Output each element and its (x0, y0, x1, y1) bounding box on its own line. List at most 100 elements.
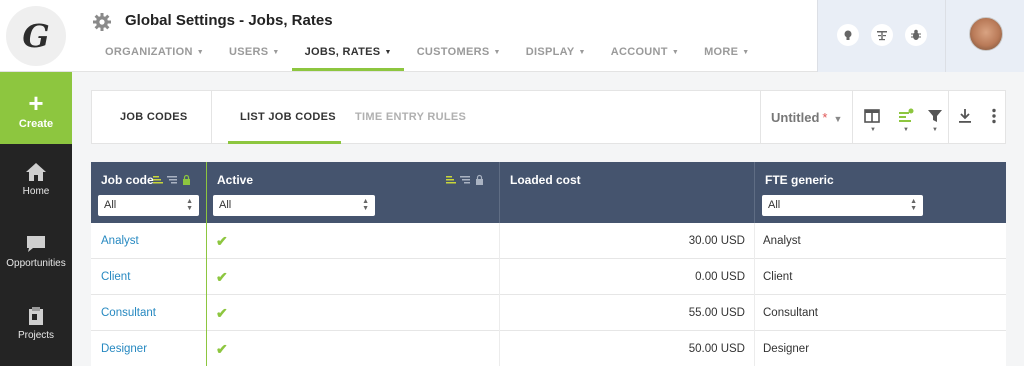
tab-customers[interactable]: CUSTOMERS ▼ (404, 40, 513, 70)
divider (948, 91, 949, 144)
loaded-cost-value: 30.00 USD (688, 235, 745, 247)
chevron-down-icon: ▼ (932, 127, 938, 133)
column-header-active[interactable]: Active All ▲ ▼ (207, 162, 499, 223)
active-check: ✔ (216, 305, 228, 321)
active-check: ✔ (216, 233, 228, 249)
job-code-link[interactable]: Designer (101, 331, 147, 366)
tab-label: JOBS, RATES (304, 46, 381, 58)
compare-button[interactable] (871, 24, 893, 46)
filter-value: All (219, 199, 232, 211)
nav-item-label: Projects (17, 330, 55, 341)
tab-more[interactable]: MORE ▼ (691, 40, 761, 70)
tab-account[interactable]: ACCOUNT ▼ (598, 40, 691, 70)
filter-value: All (104, 199, 117, 211)
fte-generic-value: Client (763, 271, 793, 283)
column-sort-lock-icons[interactable] (446, 174, 486, 186)
fte-generic-value: Consultant (763, 307, 818, 319)
divider (852, 91, 853, 144)
job-code-filter[interactable]: All ▲ ▼ (98, 195, 199, 216)
fte-generic-value: Analyst (763, 235, 801, 247)
table-row[interactable]: Client ✔ 0.00 USD Client (91, 259, 1006, 295)
table-row[interactable]: Analyst ✔ 30.00 USD Analyst (91, 223, 1006, 259)
nav-item-projects[interactable]: Projects (0, 288, 72, 360)
tab-label: DISPLAY (525, 46, 575, 58)
loaded-cost-value: 50.00 USD (688, 343, 745, 355)
lightbulb-icon (844, 30, 852, 40)
job-code-link[interactable]: Analyst (101, 223, 139, 259)
view-selector[interactable]: Untitled * ▼ (771, 91, 842, 144)
active-check: ✔ (216, 269, 228, 285)
fte-generic-filter[interactable]: All ▲ ▼ (762, 195, 923, 216)
logo-letter: G (22, 17, 50, 55)
loaded-cost-value: 0.00 USD (695, 271, 745, 283)
chevron-down-icon: ▼ (742, 49, 750, 56)
column-label: FTE generic (765, 173, 834, 187)
unsaved-marker: * (822, 110, 828, 125)
projects-icon (29, 307, 43, 325)
column-label: Loaded cost (510, 173, 581, 187)
cell-divider (754, 331, 755, 366)
create-button[interactable]: + Create (0, 72, 72, 144)
column-header-fte-generic[interactable]: FTE generic All ▲ ▼ (755, 162, 1006, 223)
home-icon (26, 163, 46, 181)
chevron-down-icon: ▼ (493, 49, 501, 56)
column-sort-lock-icons[interactable] (153, 174, 193, 186)
chevron-down-icon: ▼ (272, 49, 280, 56)
chevron-down-icon: ▼ (578, 49, 586, 56)
nav-item-home[interactable]: Home (0, 144, 72, 216)
nav-item-opportunities[interactable]: Opportunities (0, 216, 72, 288)
divider (760, 91, 761, 144)
tab-display[interactable]: DISPLAY ▼ (513, 40, 598, 70)
report-bug-button[interactable] (905, 24, 927, 46)
up-down-icon: ▲ ▼ (910, 198, 917, 212)
job-code-link[interactable]: Consultant (101, 295, 156, 331)
table-row[interactable]: Designer ✔ 50.00 USD Designer (91, 331, 1006, 366)
table-row[interactable]: Consultant ✔ 55.00 USD Consultant (91, 295, 1006, 331)
job-codes-table: Job code All ▲ ▼ Active All ▲ ▼ Loaded cost … (91, 162, 1006, 366)
gear-icon (93, 13, 111, 31)
create-label: Create (18, 118, 54, 130)
tab-label: MORE (704, 46, 739, 58)
filter-icon[interactable] (926, 107, 944, 125)
tab-job-codes[interactable]: JOB CODES (120, 91, 188, 144)
loaded-cost-value: 55.00 USD (688, 307, 745, 319)
header-actions (817, 0, 945, 72)
active-tab-indicator (228, 141, 341, 144)
column-header-job-code[interactable]: Job code All ▲ ▼ (91, 162, 206, 223)
column-header-loaded-cost[interactable]: Loaded cost (500, 162, 754, 223)
tab-organization[interactable]: ORGANIZATION ▼ (92, 40, 216, 70)
job-code-link[interactable]: Client (101, 259, 130, 295)
filter-value: All (768, 199, 781, 211)
tips-button[interactable] (837, 24, 859, 46)
settings-tabs: ORGANIZATION ▼ USERS ▼ JOBS, RATES ▼ CUSTOM… (92, 40, 762, 71)
cell-divider (754, 223, 755, 259)
bug-icon (911, 29, 921, 40)
tab-label: USERS (228, 46, 269, 58)
tab-jobs-rates[interactable]: JOBS, RATES ▼ (291, 40, 404, 71)
user-menu[interactable] (945, 0, 1024, 72)
tab-time-entry-rules[interactable]: TIME ENTRY RULES (355, 91, 466, 144)
sort-icon[interactable] (897, 107, 915, 125)
download-icon[interactable] (956, 107, 974, 125)
fte-generic-value: Designer (763, 343, 810, 355)
table-header: Job code All ▲ ▼ Active All ▲ ▼ Loaded cost … (91, 162, 1006, 223)
scale-icon (877, 31, 887, 41)
view-name: Untitled (771, 110, 820, 125)
active-filter[interactable]: All ▲ ▼ (213, 195, 375, 216)
plus-icon: + (28, 88, 44, 118)
cell-divider (754, 259, 755, 295)
avatar[interactable] (969, 17, 1003, 51)
divider (211, 91, 212, 144)
tab-users[interactable]: USERS ▼ (216, 40, 292, 70)
tab-label: CUSTOMERS (416, 46, 490, 58)
app-logo[interactable]: G (6, 6, 66, 66)
nav-item-label: Opportunities (6, 258, 66, 269)
logo-area[interactable]: G (0, 0, 72, 72)
chat-bubble-icon (27, 236, 45, 252)
frozen-column-divider (206, 162, 207, 366)
nav-item-label: Home (22, 186, 50, 197)
left-nav: G + Create Home Opportunities Projects (0, 0, 72, 366)
tab-list-job-codes[interactable]: LIST JOB CODES (240, 91, 336, 144)
columns-icon[interactable] (863, 107, 881, 125)
more-options-icon[interactable] (985, 107, 1003, 125)
